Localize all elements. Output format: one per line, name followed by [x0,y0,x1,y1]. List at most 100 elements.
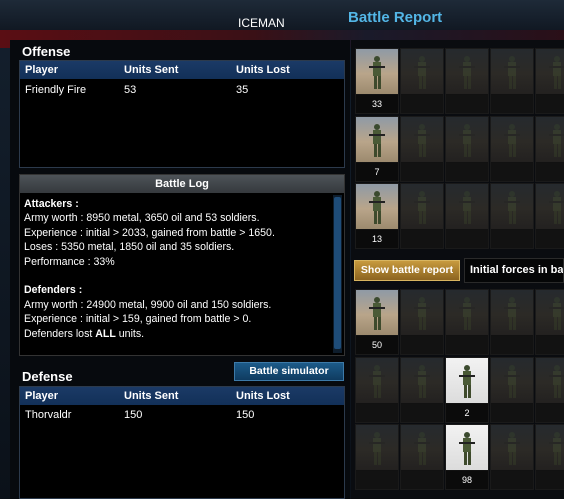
unit-count [536,230,564,248]
empty-unit-slot[interactable] [490,183,534,249]
page-title: Battle Report [348,9,443,26]
col-units-sent: Units Sent [124,64,179,76]
unit-portrait [491,184,533,229]
unit-count [401,471,443,489]
unit-count [401,336,443,354]
empty-unit-slot[interactable] [490,48,534,114]
table-row: Friendly Fire 53 35 [20,79,344,101]
unit-portrait [356,425,398,470]
player-name: Friendly Fire [25,84,87,96]
unit-count [356,471,398,489]
empty-unit-slot[interactable] [535,424,564,490]
attacker-unit-slot[interactable]: 33 [355,48,399,114]
col-units-sent: Units Sent [124,390,179,402]
empty-unit-slot[interactable] [535,183,564,249]
col-units-lost: Units Lost [236,390,290,402]
defense-table: Player Units Sent Units Lost Thorvaldr 1… [19,386,345,499]
unit-count: 13 [356,230,398,248]
log-scrollbar[interactable] [333,195,342,353]
battle-log: Battle Log Attackers : Army worth : 8950… [19,174,345,356]
unit-count [446,163,488,181]
defense-table-header: Player Units Sent Units Lost [20,387,344,405]
unit-count [401,230,443,248]
defender-unit-slot[interactable]: 50 [355,289,399,355]
units-sent: 53 [124,84,137,96]
units-lost: 35 [236,84,249,96]
empty-unit-slot[interactable] [445,183,489,249]
unit-count [446,95,488,113]
log-line: Performance : 33% [24,255,115,268]
empty-unit-slot[interactable] [355,424,399,490]
units-lost: 150 [236,409,255,421]
empty-unit-slot[interactable] [400,357,444,423]
unit-portrait [401,425,443,470]
unit-portrait [491,117,533,162]
empty-unit-slot[interactable] [535,48,564,114]
unit-count [536,471,564,489]
unit-portrait [536,184,564,229]
empty-unit-slot[interactable] [490,289,534,355]
empty-unit-slot[interactable] [490,116,534,182]
unit-portrait [401,117,443,162]
unit-portrait [446,425,488,470]
attacker-unit-slot[interactable]: 13 [355,183,399,249]
empty-unit-slot[interactable] [400,424,444,490]
unit-count [491,95,533,113]
empty-unit-slot[interactable] [445,48,489,114]
battle-log-text: Attackers : Army worth : 8950 metal, 365… [24,197,330,341]
unit-count [356,404,398,422]
unit-portrait [356,290,398,335]
unit-count: 50 [356,336,398,354]
defender-unit-slot[interactable]: 2 [445,357,489,423]
unit-portrait [401,358,443,403]
unit-count [446,230,488,248]
table-row: Thorvaldr 150 150 [20,405,344,425]
log-line: Army worth : 8950 metal, 3650 oil and 53… [24,212,260,225]
unit-portrait [401,184,443,229]
empty-unit-slot[interactable] [355,357,399,423]
unit-portrait [536,117,564,162]
attacker-unit-slot[interactable]: 7 [355,116,399,182]
empty-unit-slot[interactable] [490,424,534,490]
empty-unit-slot[interactable] [400,289,444,355]
empty-unit-slot[interactable] [445,116,489,182]
empty-unit-slot[interactable] [400,183,444,249]
unit-count: 7 [356,163,398,181]
empty-unit-slot[interactable] [400,116,444,182]
unit-count [401,95,443,113]
empty-unit-slot[interactable] [535,289,564,355]
defender-unit-slot[interactable]: 98 [445,424,489,490]
unit-count: 2 [446,404,488,422]
unit-portrait [356,184,398,229]
unit-count [491,163,533,181]
unit-portrait [491,358,533,403]
col-units-lost: Units Lost [236,64,290,76]
show-battle-report-button[interactable]: Show battle report [354,260,460,281]
unit-count [401,163,443,181]
unit-portrait [491,290,533,335]
unit-portrait [446,49,488,94]
unit-portrait [536,358,564,403]
log-line: Experience : initial > 159, gained from … [24,313,252,326]
log-scrollbar-thumb[interactable] [334,197,341,349]
unit-portrait [401,290,443,335]
log-line: Army worth : 24900 metal, 9900 oil and 1… [24,298,272,311]
username-label: ICEMAN [238,16,285,30]
unit-count [491,404,533,422]
log-line: Loses : 5350 metal, 1850 oil and 35 sold… [24,241,235,254]
attackers-label: Attackers : [24,198,79,210]
unit-count [536,404,564,422]
empty-unit-slot[interactable] [445,289,489,355]
battle-simulator-button[interactable]: Battle simulator [234,362,344,381]
empty-unit-slot[interactable] [490,357,534,423]
unit-count [536,95,564,113]
unit-count [491,471,533,489]
unit-portrait [536,49,564,94]
unit-count: 98 [446,471,488,489]
empty-unit-slot[interactable] [400,48,444,114]
empty-unit-slot[interactable] [535,357,564,423]
empty-unit-slot[interactable] [535,116,564,182]
player-name: Thorvaldr [25,409,72,421]
unit-portrait [356,358,398,403]
unit-count [491,230,533,248]
